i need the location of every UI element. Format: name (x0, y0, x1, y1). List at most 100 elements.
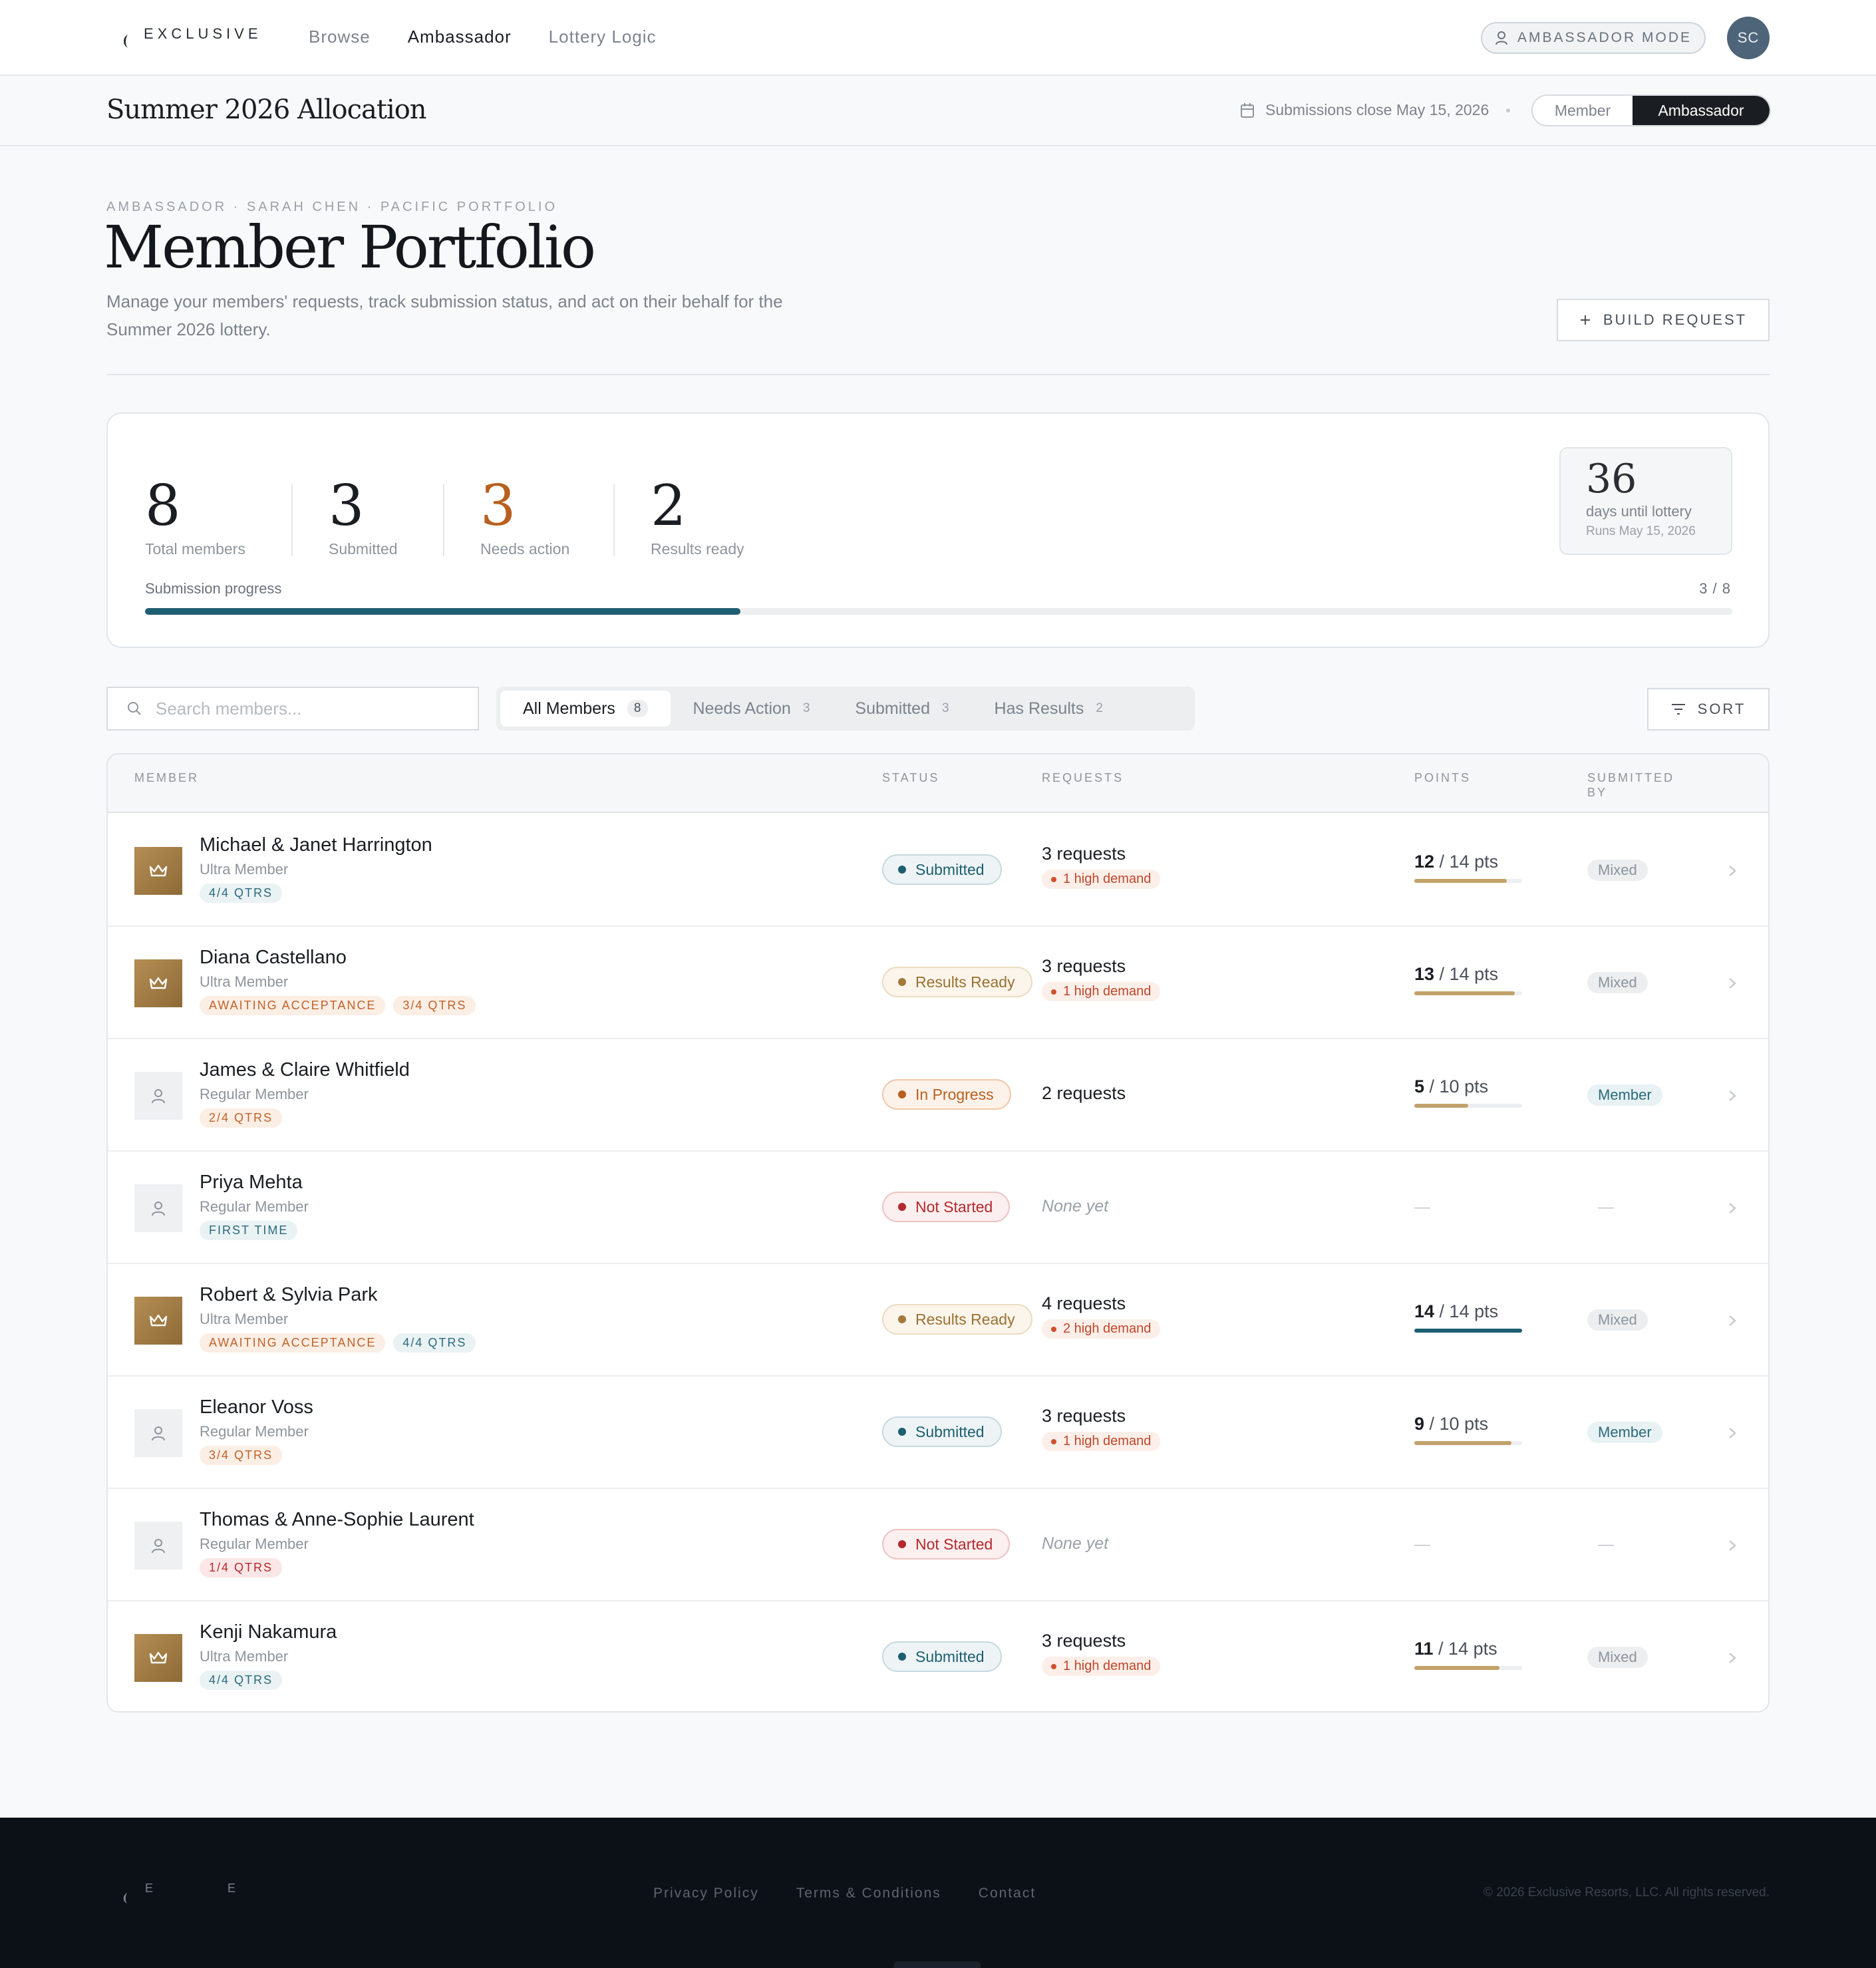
high-demand-dot (1051, 1438, 1056, 1444)
table-row[interactable]: Michael & Janet Harrington Ultra Member 4/… (108, 814, 1768, 927)
footer-handle (894, 1961, 981, 1968)
points-current: 12 (1414, 852, 1435, 872)
submitted-by-empty: — (1598, 1536, 1614, 1554)
request-count: 3 requests (1042, 844, 1126, 864)
crown-icon (149, 1314, 168, 1327)
points-bar-fill (1414, 1104, 1468, 1108)
tab-label: All Members (523, 699, 615, 718)
sort-icon (1671, 704, 1685, 715)
high-demand-dot (1051, 876, 1056, 882)
member-tags: 4/4 QTRS (200, 884, 283, 903)
footer-logo-letter: E (145, 1882, 156, 1895)
status-badge: Results Ready (882, 1304, 1032, 1335)
table-row[interactable]: Thomas & Anne-Sophie Laurent Regular Memb… (108, 1489, 1768, 1601)
member-name[interactable]: Thomas & Anne-Sophie Laurent (200, 1509, 474, 1531)
column-header-submitted-by: SUBMITTED BY (1587, 771, 1675, 799)
member-tag: 1/4 QTRS (200, 1558, 283, 1577)
points-bar (1414, 1329, 1522, 1333)
member-tier: Regular Member (200, 1423, 309, 1440)
chevron-right-icon (1729, 1090, 1736, 1101)
tab-all-members[interactable]: All Members 8 (500, 691, 671, 727)
high-demand-text: 1 high demand (1063, 872, 1152, 886)
high-demand-text: 1 high demand (1063, 1434, 1152, 1448)
stat-value: 3 (329, 473, 365, 538)
member-name[interactable]: James & Claire Whitfield (200, 1059, 410, 1081)
toggle-ambassador[interactable]: Ambassador (1633, 96, 1770, 125)
member-name[interactable]: Eleanor Voss (200, 1396, 313, 1418)
nav-link-browse[interactable]: Browse (309, 27, 371, 47)
nav-link-ambassador[interactable]: Ambassador (408, 27, 512, 47)
member-name[interactable]: Priya Mehta (200, 1172, 303, 1194)
stat-label: Results ready (651, 540, 744, 558)
member-name[interactable]: Robert & Sylvia Park (200, 1284, 378, 1306)
stat-needs-action: 3 Needs action (480, 478, 569, 558)
submission-deadline: Submissions close May 15, 2026 (1240, 101, 1511, 119)
submitted-by-empty: — (1598, 1198, 1614, 1216)
points-total: / 14 pts (1434, 852, 1499, 872)
person-icon (152, 1426, 165, 1441)
stat-label: Total members (145, 540, 245, 558)
footer-link-terms[interactable]: Terms & Conditions (796, 1886, 941, 1901)
search-input[interactable] (156, 698, 462, 719)
stat-label: Submitted (329, 540, 398, 558)
footer-link-privacy[interactable]: Privacy Policy (653, 1886, 759, 1901)
user-avatar[interactable]: SC (1727, 17, 1770, 59)
submission-progress-bar (145, 608, 1732, 615)
points-bar (1414, 879, 1522, 883)
table-row[interactable]: James & Claire Whitfield Regular Member 2/… (108, 1039, 1768, 1152)
requests-empty: None yet (1042, 1197, 1109, 1216)
member-name[interactable]: Kenji Nakamura (200, 1621, 337, 1643)
toggle-member[interactable]: Member (1533, 96, 1633, 125)
member-name[interactable]: Diana Castellano (200, 947, 347, 969)
footer-logo[interactable]: E E (121, 1882, 238, 1905)
points-bar-fill (1414, 991, 1515, 995)
brand-logo[interactable]: EXCLUSIVE (120, 24, 262, 51)
submission-progress-fill (145, 608, 740, 615)
heading-divider (106, 374, 1770, 375)
points-current: 14 (1414, 1301, 1435, 1321)
table-row[interactable]: Diana Castellano Ultra Member AWAITING ACC… (108, 927, 1768, 1039)
footer-link-contact[interactable]: Contact (979, 1886, 1036, 1901)
chevron-right-icon (1729, 1315, 1736, 1326)
tab-label: Needs Action (693, 699, 791, 718)
status-dot (898, 1203, 906, 1211)
status-dot (898, 1540, 906, 1548)
points-total: / 14 pts (1433, 1639, 1497, 1659)
stat-submitted: 3 Submitted (329, 478, 398, 558)
requests-cell: 3 requests 1 high demand (1042, 1631, 1161, 1676)
member-name[interactable]: Michael & Janet Harrington (200, 834, 432, 856)
tab-submitted[interactable]: Submitted 3 (832, 691, 971, 727)
portfolio-stats-card: 8 Total members 3 Submitted 3 Needs acti… (106, 412, 1770, 648)
sort-button[interactable]: SORT (1647, 688, 1770, 731)
table-row[interactable]: Kenji Nakamura Ultra Member 4/4 QTRS Submit… (108, 1601, 1768, 1711)
high-demand-text: 1 high demand (1063, 984, 1152, 999)
chevron-right-icon (1729, 1540, 1736, 1551)
build-request-label: BUILD REQUEST (1603, 311, 1748, 328)
person-icon (152, 1089, 165, 1104)
tab-needs-action[interactable]: Needs Action 3 (671, 691, 833, 727)
tab-count: 3 (802, 701, 810, 715)
table-row[interactable]: Eleanor Voss Regular Member 3/4 QTRS Submit… (108, 1377, 1768, 1489)
nav-link-lottery-logic[interactable]: Lottery Logic (549, 27, 657, 47)
ambassador-mode-pill[interactable]: AMBASSADOR MODE (1481, 22, 1706, 54)
submitted-by-badge: Mixed (1587, 860, 1648, 881)
member-tier: Regular Member (200, 1198, 309, 1215)
status-badge: Results Ready (882, 967, 1032, 997)
tab-has-results[interactable]: Has Results 2 (972, 691, 1126, 727)
member-tags: 2/4 QTRS (200, 1108, 283, 1128)
table-row[interactable]: Priya Mehta Regular Member FIRST TIME Not S… (108, 1152, 1768, 1264)
submitted-by-badge: Mixed (1587, 1647, 1648, 1668)
build-request-button[interactable]: BUILD REQUEST (1557, 299, 1770, 341)
member-avatar (134, 847, 182, 895)
member-tag: 4/4 QTRS (200, 1671, 283, 1690)
search-icon (128, 702, 141, 715)
member-tags: 4/4 QTRS (200, 1671, 283, 1690)
table-row[interactable]: Robert & Sylvia Park Ultra Member AWAITING… (108, 1264, 1768, 1377)
member-tag: AWAITING ACCEPTANCE (200, 1333, 386, 1353)
high-demand-dot (1051, 1326, 1056, 1332)
member-tags: AWAITING ACCEPTANCE 3/4 QTRS (200, 996, 476, 1015)
status-badge: Submitted (882, 854, 1002, 885)
member-avatar (134, 1072, 182, 1120)
status-dot (898, 1315, 906, 1323)
member-avatar (134, 1522, 182, 1569)
